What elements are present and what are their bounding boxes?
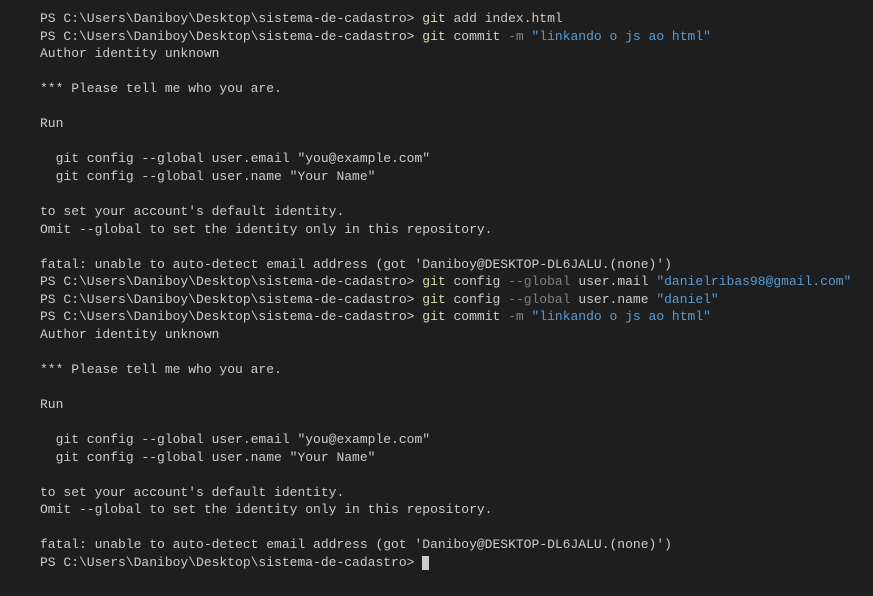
terminal-line — [40, 414, 833, 432]
prompt: PS C:\Users\Daniboy\Desktop\sistema-de-c… — [40, 555, 422, 570]
command-part: -m — [508, 29, 531, 44]
command-part: -m — [508, 309, 531, 324]
command-part: user.mail — [578, 274, 656, 289]
output-text: Author identity unknown — [40, 327, 219, 342]
output-text: git config --global user.email "you@exam… — [40, 151, 430, 166]
command-part: "linkando o js ao html" — [532, 309, 711, 324]
prompt: PS C:\Users\Daniboy\Desktop\sistema-de-c… — [40, 274, 422, 289]
terminal-line: fatal: unable to auto-detect email addre… — [40, 536, 833, 554]
command-part: "linkando o js ao html" — [532, 29, 711, 44]
command-part: commit — [453, 309, 508, 324]
terminal-line: git config --global user.email "you@exam… — [40, 431, 833, 449]
output-text: *** Please tell me who you are. — [40, 81, 282, 96]
command-part: "danielribas98@gmail.com" — [656, 274, 851, 289]
terminal-line — [40, 238, 833, 256]
terminal-line: Run — [40, 396, 833, 414]
terminal-line: Author identity unknown — [40, 326, 833, 344]
output-text — [40, 344, 48, 359]
terminal-line: Run — [40, 115, 833, 133]
terminal-line — [40, 378, 833, 396]
terminal-line: git config --global user.email "you@exam… — [40, 150, 833, 168]
terminal-line: PS C:\Users\Daniboy\Desktop\sistema-de-c… — [40, 308, 833, 326]
output-text — [40, 415, 48, 430]
output-text: fatal: unable to auto-detect email addre… — [40, 537, 672, 552]
output-text: fatal: unable to auto-detect email addre… — [40, 257, 672, 272]
command-part: git — [422, 292, 453, 307]
output-text — [40, 379, 48, 394]
output-text — [40, 467, 48, 482]
prompt: PS C:\Users\Daniboy\Desktop\sistema-de-c… — [40, 11, 422, 26]
output-text — [40, 99, 48, 114]
command-part: git — [422, 11, 453, 26]
output-text: Omit --global to set the identity only i… — [40, 502, 492, 517]
terminal-line: PS C:\Users\Daniboy\Desktop\sistema-de-c… — [40, 554, 833, 572]
output-text: git config --global user.name "Your Name… — [40, 169, 375, 184]
terminal-line: *** Please tell me who you are. — [40, 80, 833, 98]
terminal-output[interactable]: PS C:\Users\Daniboy\Desktop\sistema-de-c… — [0, 10, 873, 572]
terminal-line: PS C:\Users\Daniboy\Desktop\sistema-de-c… — [40, 273, 833, 291]
command-part: user.name — [578, 292, 656, 307]
command-part: --global — [508, 274, 578, 289]
output-text: git config --global user.email "you@exam… — [40, 432, 430, 447]
prompt: PS C:\Users\Daniboy\Desktop\sistema-de-c… — [40, 309, 422, 324]
output-text: *** Please tell me who you are. — [40, 362, 282, 377]
output-text — [40, 239, 48, 254]
output-text — [40, 186, 48, 201]
output-text: Omit --global to set the identity only i… — [40, 222, 492, 237]
output-text: to set your account's default identity. — [40, 204, 344, 219]
cursor — [422, 556, 429, 570]
terminal-line: git config --global user.name "Your Name… — [40, 449, 833, 467]
output-text: Run — [40, 116, 63, 131]
output-text — [40, 134, 48, 149]
terminal-line: git config --global user.name "Your Name… — [40, 168, 833, 186]
terminal-line — [40, 63, 833, 81]
terminal-line: PS C:\Users\Daniboy\Desktop\sistema-de-c… — [40, 28, 833, 46]
command-part: add index.html — [453, 11, 562, 26]
output-text: to set your account's default identity. — [40, 485, 344, 500]
output-text: Author identity unknown — [40, 46, 219, 61]
command-part: git — [422, 274, 453, 289]
output-text — [40, 64, 48, 79]
terminal-line: fatal: unable to auto-detect email addre… — [40, 256, 833, 274]
command-part: config — [453, 274, 508, 289]
command-part: "daniel" — [656, 292, 718, 307]
terminal-line — [40, 343, 833, 361]
command-part: --global — [508, 292, 578, 307]
terminal-line: Omit --global to set the identity only i… — [40, 501, 833, 519]
terminal-line: to set your account's default identity. — [40, 484, 833, 502]
terminal-line — [40, 185, 833, 203]
terminal-line: *** Please tell me who you are. — [40, 361, 833, 379]
output-text: Run — [40, 397, 63, 412]
command-part: git — [422, 29, 453, 44]
terminal-line: Omit --global to set the identity only i… — [40, 221, 833, 239]
terminal-line: PS C:\Users\Daniboy\Desktop\sistema-de-c… — [40, 10, 833, 28]
output-text — [40, 520, 48, 535]
terminal-line: to set your account's default identity. — [40, 203, 833, 221]
terminal-line — [40, 133, 833, 151]
terminal-line — [40, 519, 833, 537]
output-text: git config --global user.name "Your Name… — [40, 450, 375, 465]
command-part: git — [422, 309, 453, 324]
command-part: commit — [453, 29, 508, 44]
terminal-line — [40, 466, 833, 484]
terminal-line — [40, 98, 833, 116]
command-part: config — [453, 292, 508, 307]
prompt: PS C:\Users\Daniboy\Desktop\sistema-de-c… — [40, 292, 422, 307]
prompt: PS C:\Users\Daniboy\Desktop\sistema-de-c… — [40, 29, 422, 44]
terminal-line: PS C:\Users\Daniboy\Desktop\sistema-de-c… — [40, 291, 833, 309]
terminal-line: Author identity unknown — [40, 45, 833, 63]
